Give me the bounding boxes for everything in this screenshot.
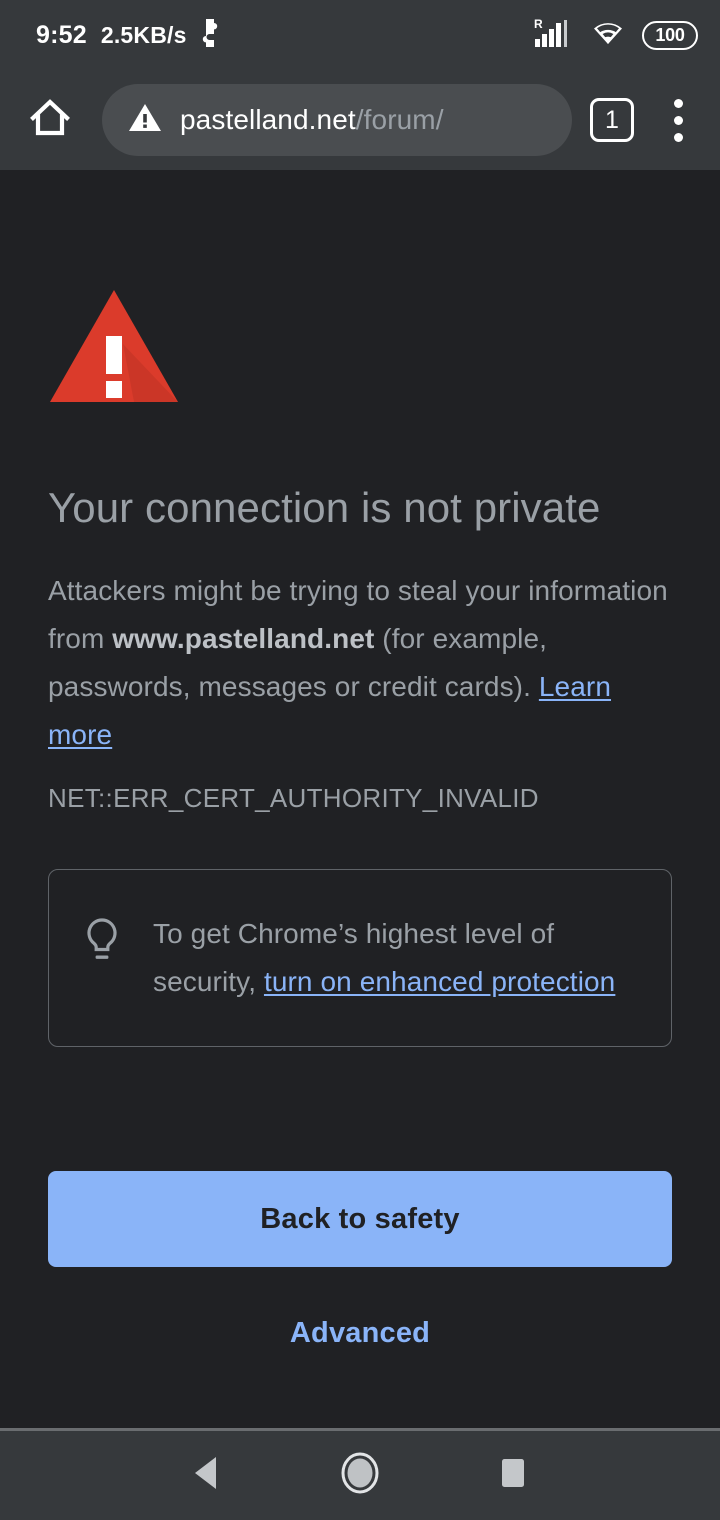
browser-toolbar: pastelland.net/forum/ 1 [0, 70, 720, 170]
tab-switcher-button[interactable]: 1 [590, 98, 634, 142]
nav-home-button[interactable] [329, 1445, 391, 1507]
menu-dot [673, 132, 683, 142]
nav-recents-button[interactable] [482, 1445, 544, 1507]
home-icon [27, 95, 73, 146]
battery-icon: 100 [642, 20, 698, 50]
menu-dot [673, 98, 683, 108]
back-triangle-icon [190, 1454, 224, 1497]
warning-triangle-icon [48, 288, 672, 411]
error-code: NET::ERR_CERT_AUTHORITY_INVALID [48, 783, 539, 814]
status-bar-right: R 100 [534, 17, 698, 54]
status-bar: 9:52 2.5KB/s R 100 [0, 0, 720, 70]
url-text: pastelland.net/forum/ [180, 104, 444, 136]
advanced-row: Advanced [48, 1309, 672, 1358]
home-circle-icon [338, 1449, 382, 1502]
phone-screen: 9:52 2.5KB/s R 100 pastelland.net/forum/… [0, 0, 720, 1520]
nav-back-button[interactable] [176, 1445, 238, 1507]
signal-bars-icon: R [534, 17, 574, 54]
svg-text:R: R [534, 17, 543, 31]
url-bar[interactable]: pastelland.net/forum/ [102, 84, 572, 156]
page-description: Attackers might be trying to steal your … [48, 567, 672, 759]
recents-square-icon [497, 1454, 529, 1497]
menu-dot [673, 115, 683, 125]
status-bar-left: 9:52 2.5KB/s [36, 18, 223, 53]
back-to-safety-button[interactable]: Back to safety [48, 1171, 672, 1268]
enhanced-protection-tip: To get Chrome’s highest level of securit… [48, 869, 672, 1048]
affected-host: www.pastelland.net [112, 623, 375, 655]
url-path: /forum/ [355, 104, 444, 135]
tab-count-label: 1 [605, 105, 619, 134]
url-domain: pastelland.net [180, 104, 356, 135]
warning-triangle-icon[interactable] [128, 102, 162, 138]
puzzle-icon [197, 18, 223, 53]
status-clock: 9:52 [36, 20, 87, 49]
lightbulb-icon [81, 910, 123, 969]
home-button[interactable] [22, 92, 78, 148]
enhanced-protection-link[interactable]: turn on enhanced protection [264, 966, 615, 997]
page-title: Your connection is not private [48, 484, 601, 531]
battery-level-label: 100 [655, 25, 685, 45]
system-nav-bar [0, 1431, 720, 1520]
interstitial-content: Your connection is not private Attackers… [0, 170, 720, 1428]
wifi-icon [590, 19, 626, 51]
advanced-button[interactable]: Advanced [278, 1309, 442, 1358]
network-speed-label: 2.5KB/s [100, 21, 187, 48]
overflow-menu-icon[interactable] [656, 92, 700, 148]
tip-text: To get Chrome’s highest level of securit… [153, 910, 641, 1006]
